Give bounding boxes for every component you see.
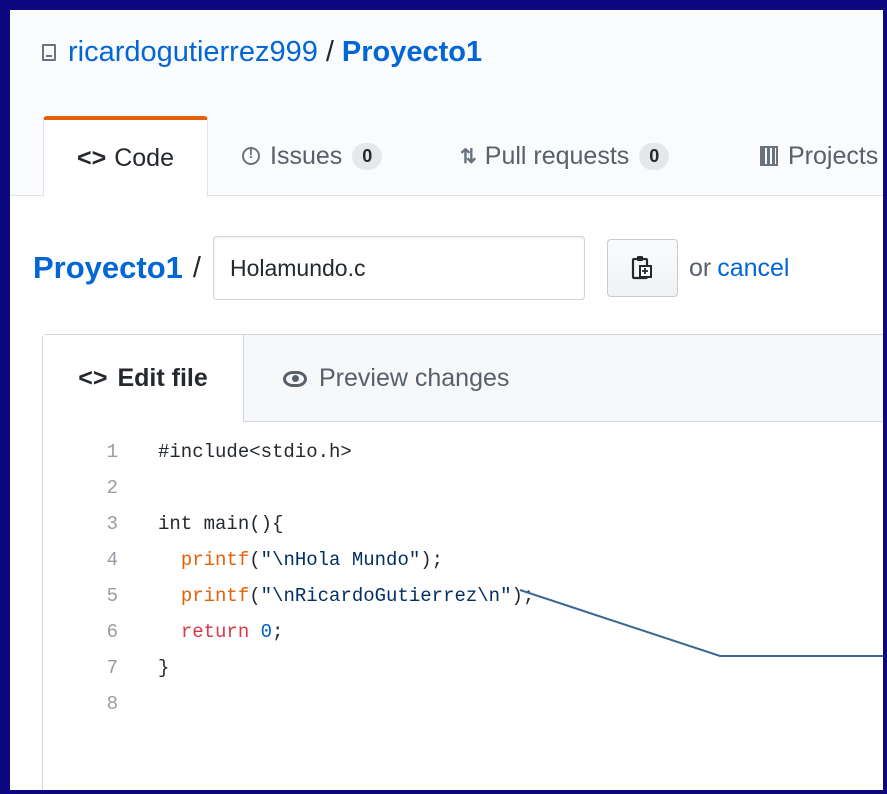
tab-issues[interactable]: Issues 0: [242, 116, 383, 196]
line-number: 8: [106, 693, 118, 715]
repo-header: ricardogutierrez999 / Proyecto1 <> Code …: [10, 10, 883, 197]
editor-tabs: <> Edit file Preview changes: [43, 335, 883, 422]
repo-title: ricardogutierrez999 / Proyecto1: [42, 36, 482, 69]
tab-edit-file[interactable]: <> Edit file: [43, 335, 244, 422]
code-token: int main(){: [158, 513, 284, 535]
breadcrumb-repo-link[interactable]: Proyecto1: [33, 250, 183, 286]
line-number: 5: [106, 585, 118, 607]
tab-projects[interactable]: Projects: [760, 116, 878, 196]
breadcrumb-separator: /: [192, 251, 201, 284]
code-line[interactable]: 8: [43, 686, 534, 722]
line-content: int main(){: [158, 506, 283, 542]
line-content: printf("\nRicardoGutierrez\n");: [158, 578, 534, 614]
file-path-row: Proyecto1 / or cancel: [33, 236, 789, 300]
tab-pull-requests-label: Pull requests: [484, 141, 630, 170]
line-number: 2: [106, 477, 118, 499]
code-token: printf: [180, 585, 250, 607]
code-line[interactable]: 4 printf("\nHola Mundo");: [43, 542, 534, 578]
code-token: );: [511, 585, 535, 607]
filename-input[interactable]: [212, 236, 585, 300]
code-token: (: [249, 585, 261, 607]
issue-opened-icon: [242, 145, 260, 165]
code-editor[interactable]: 1 #include<stdio.h> 2 3 int main(){4 printf(…: [43, 434, 535, 722]
code-token: (: [249, 549, 261, 571]
line-content: printf("\nHola Mundo");: [158, 542, 443, 578]
line-number: 7: [106, 657, 118, 679]
tab-preview-changes-label: Preview changes: [319, 364, 510, 392]
code-token: printf: [180, 549, 250, 571]
code-line[interactable]: 5 printf("\nRicardoGutierrez\n");: [43, 578, 535, 614]
tab-pull-requests[interactable]: ⇅ Pull requests 0: [460, 116, 670, 196]
code-line[interactable]: 2: [43, 470, 534, 506]
repo-owner-link[interactable]: ricardogutierrez999: [68, 36, 318, 69]
code-token: 0: [260, 621, 273, 643]
line-number: 3: [106, 513, 118, 535]
code-token: }: [158, 657, 170, 679]
copy-path-button[interactable]: [606, 239, 678, 297]
line-number: 4: [106, 549, 118, 571]
line-content: #include<stdio.h>: [158, 434, 352, 470]
tab-edit-file-label: Edit file: [117, 364, 208, 392]
code-token: #include<stdio.h>: [158, 441, 352, 463]
code-token: "\nHola Mundo": [260, 549, 421, 571]
git-pull-request-icon: ⇅: [460, 145, 477, 168]
code-line[interactable]: 7}: [43, 650, 534, 686]
issues-counter: 0: [352, 142, 383, 170]
code-token: "\nRicardoGutierrez\n": [260, 585, 512, 607]
code-icon: <>: [77, 144, 107, 172]
code-token: return: [180, 621, 250, 643]
or-text: or: [688, 253, 712, 282]
tab-code-label: Code: [114, 144, 174, 172]
tab-preview-changes[interactable]: Preview changes: [283, 335, 509, 422]
pull-requests-counter: 0: [639, 142, 670, 170]
code-line[interactable]: 3 int main(){: [43, 506, 534, 542]
line-content: }: [158, 650, 169, 686]
line-content: return 0;: [158, 614, 284, 650]
repo-name-link[interactable]: Proyecto1: [342, 36, 482, 69]
code-line[interactable]: 6 return 0;: [43, 614, 534, 650]
tab-projects-label: Projects: [788, 141, 879, 170]
code-token: );: [420, 549, 444, 571]
repo-separator: /: [325, 36, 334, 68]
project-icon: [760, 146, 778, 166]
tab-code[interactable]: <> Code: [43, 116, 208, 197]
line-number: 6: [106, 621, 118, 643]
tab-issues-label: Issues: [270, 141, 343, 170]
file-editor: <> Edit file Preview changes 1 #include<s…: [42, 334, 883, 794]
code-token: ;: [272, 621, 284, 643]
code-icon: <>: [78, 364, 108, 392]
eye-icon: [283, 370, 307, 387]
clippy-icon: [632, 256, 653, 280]
cancel-link[interactable]: cancel: [717, 254, 789, 283]
code-line[interactable]: 1 #include<stdio.h>: [43, 434, 534, 470]
repo-icon: [42, 44, 56, 61]
repo-nav-tabs: <> Code Issues 0 ⇅ Pull requests 0 Proje…: [10, 116, 883, 197]
line-number: 1: [106, 441, 118, 463]
